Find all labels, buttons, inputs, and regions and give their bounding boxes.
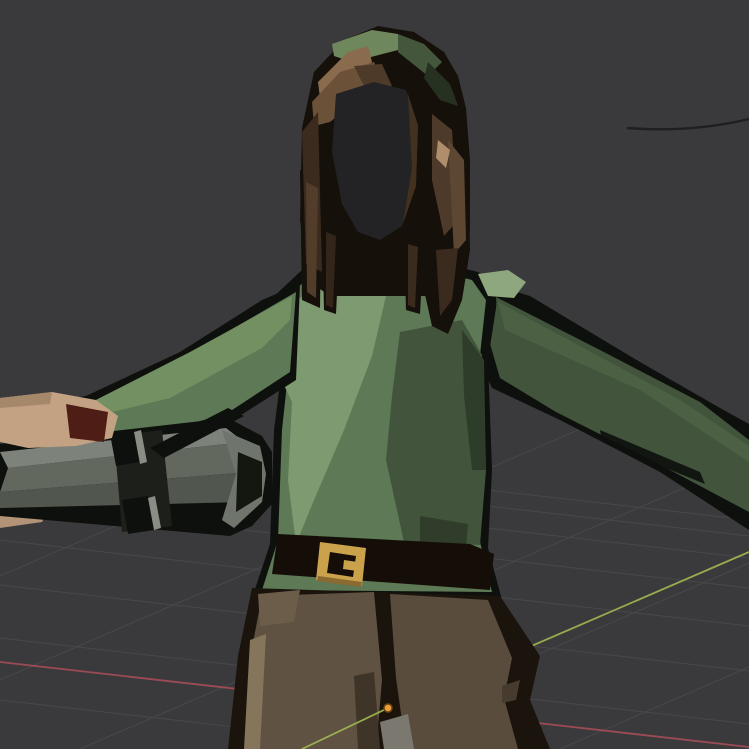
viewport-3d[interactable] xyxy=(0,0,749,749)
pants-legs[interactable] xyxy=(228,588,550,749)
head[interactable] xyxy=(300,26,470,334)
viewport-canvas[interactable] xyxy=(0,0,749,749)
object-origin-dot xyxy=(384,704,392,712)
